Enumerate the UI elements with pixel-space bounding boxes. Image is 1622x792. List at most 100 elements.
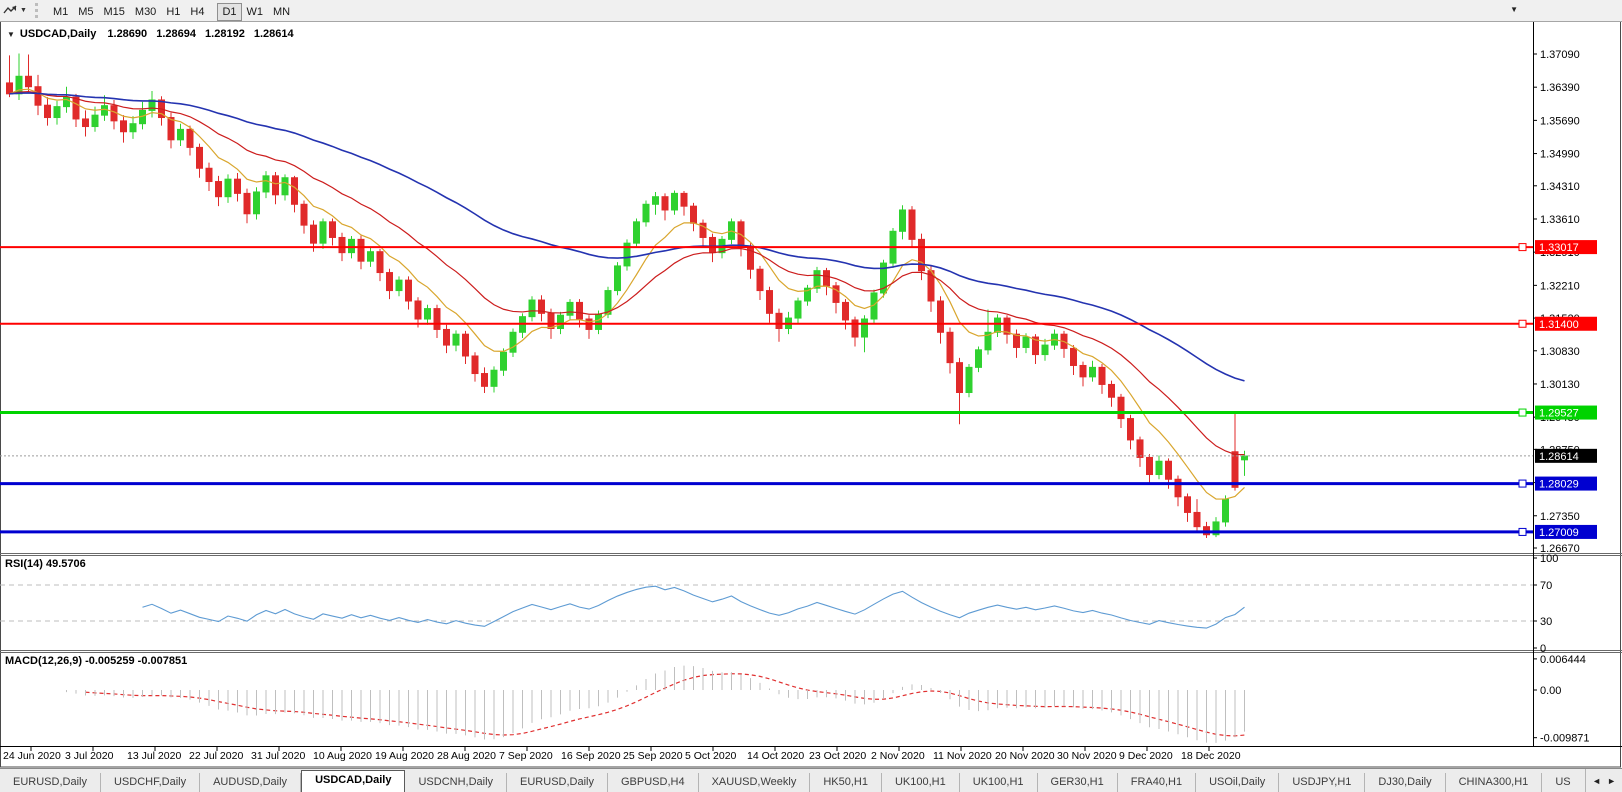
svg-text:16 Sep 2020: 16 Sep 2020	[561, 750, 621, 762]
svg-text:1.36390: 1.36390	[1540, 82, 1580, 94]
svg-text:2 Nov 2020: 2 Nov 2020	[871, 750, 925, 762]
tab-uk100-h1[interactable]: UK100,H1	[960, 773, 1038, 792]
macd-histogram	[66, 665, 1245, 743]
timeframe-button-h1[interactable]: H1	[161, 3, 185, 21]
ohlc-close: 1.28614	[253, 28, 294, 40]
tab-usdjpy-h1[interactable]: USDJPY,H1	[1279, 773, 1366, 792]
tab-audusd-daily[interactable]: AUDUSD,Daily	[200, 773, 302, 792]
ma-line-55	[9, 92, 1245, 382]
trading-platform-window: ▼ M1 M5 M15 M30 H1 H4 D1 W1 MN ▼ ▼ USDCAD,Daily 1…	[0, 0, 1622, 792]
tab-dj30-daily[interactable]: DJ30,Daily	[1365, 773, 1446, 792]
timeframe-button-m1[interactable]: M1	[48, 3, 73, 21]
svg-text:20 Nov 2020: 20 Nov 2020	[995, 750, 1055, 762]
svg-text:0.006444: 0.006444	[1540, 654, 1586, 666]
tab-partial[interactable]: US	[1542, 773, 1585, 792]
svg-text:1.29527: 1.29527	[1539, 408, 1579, 420]
tab-usdcnh-daily[interactable]: USDCNH,Daily	[405, 773, 508, 792]
svg-text:11 Nov 2020: 11 Nov 2020	[933, 750, 992, 762]
tab-gbpusd-h4[interactable]: GBPUSD,H4	[608, 773, 699, 792]
svg-text:1.27350: 1.27350	[1540, 511, 1580, 523]
cursor-tool-button[interactable]: ▼	[0, 1, 30, 20]
rsi-panel: 10070300	[0, 553, 1558, 655]
svg-text:18 Dec 2020: 18 Dec 2020	[1181, 750, 1241, 762]
tab-scroll-right-icon[interactable]: ►	[1607, 776, 1616, 786]
timeframe-buttons: M1 M5 M15 M30 H1 H4 D1 W1 MN	[48, 2, 295, 21]
svg-text:13 Jul 2020: 13 Jul 2020	[127, 750, 181, 762]
tab-hk50-h1[interactable]: HK50,H1	[810, 773, 882, 792]
candles-layer	[6, 53, 1248, 539]
tab-xauusd-weekly[interactable]: XAUUSD,Weekly	[699, 773, 811, 792]
toolbar-grip[interactable]	[34, 3, 43, 18]
price-levels: 1.33017 1.31400 1.29527 1.28029 1.27009 1.286…	[0, 240, 1597, 539]
ma-line-8	[9, 88, 1245, 500]
tab-ger30-h1[interactable]: GER30,H1	[1038, 773, 1118, 792]
svg-text:28 Aug 2020: 28 Aug 2020	[437, 750, 496, 762]
svg-text:1.27009: 1.27009	[1539, 527, 1579, 539]
timeframe-button-m30[interactable]: M30	[130, 3, 161, 21]
svg-text:22 Jul 2020: 22 Jul 2020	[189, 750, 243, 762]
svg-text:7 Sep 2020: 7 Sep 2020	[499, 750, 553, 762]
svg-text:1.37090: 1.37090	[1540, 49, 1580, 61]
timeframe-button-h4[interactable]: H4	[185, 3, 209, 21]
svg-text:1.28614: 1.28614	[1539, 451, 1579, 463]
timeframe-button-m5[interactable]: M5	[73, 3, 98, 21]
svg-text:23 Oct 2020: 23 Oct 2020	[809, 750, 866, 762]
svg-text:3 Jul 2020: 3 Jul 2020	[65, 750, 114, 762]
svg-text:1.34990: 1.34990	[1540, 149, 1580, 161]
svg-text:30: 30	[1540, 616, 1552, 628]
tab-eurusd-daily[interactable]: EURUSD,Daily	[507, 773, 608, 792]
ohlc-high: 1.28694	[156, 28, 196, 40]
rsi-indicator-label: RSI(14) 49.5706	[5, 558, 86, 570]
symbol-tab-bar: EURUSD,Daily USDCHF,Daily AUDUSD,Daily USDC…	[0, 768, 1622, 792]
cursor-tool-icon	[3, 5, 17, 14]
tab-fra40-h1[interactable]: FRA40,H1	[1118, 773, 1197, 792]
ohlc-open: 1.28690	[107, 28, 148, 40]
svg-text:1.33017: 1.33017	[1539, 242, 1579, 254]
macd-panel: 0.006444 0.00 -0.009871	[85, 654, 1590, 745]
svg-text:24 Jun 2020: 24 Jun 2020	[3, 750, 61, 762]
svg-text:14 Oct 2020: 14 Oct 2020	[747, 750, 804, 762]
svg-text:1.30830: 1.30830	[1540, 346, 1580, 358]
svg-text:9 Dec 2020: 9 Dec 2020	[1119, 750, 1173, 762]
svg-text:1.34310: 1.34310	[1540, 181, 1580, 193]
tab-china300-h1[interactable]: CHINA300,H1	[1446, 773, 1543, 792]
timeframe-toolbar: ▼ M1 M5 M15 M30 H1 H4 D1 W1 MN ▼	[0, 0, 1622, 22]
svg-text:1.32210: 1.32210	[1540, 280, 1580, 292]
svg-text:100: 100	[1540, 553, 1558, 565]
svg-text:1.35690: 1.35690	[1540, 115, 1580, 127]
tab-usdchf-daily[interactable]: USDCHF,Daily	[101, 773, 201, 792]
tab-usdcad-daily[interactable]: USDCAD,Daily	[301, 770, 406, 792]
chart-window-frame	[0, 21, 1621, 768]
svg-text:31 Jul 2020: 31 Jul 2020	[251, 750, 305, 762]
collapse-arrow-icon[interactable]: ▼	[7, 30, 15, 39]
tab-usoil-daily[interactable]: USOil,Daily	[1196, 773, 1280, 792]
svg-text:30 Nov 2020: 30 Nov 2020	[1057, 750, 1117, 762]
svg-text:-0.009871: -0.009871	[1540, 733, 1590, 745]
svg-text:70: 70	[1540, 580, 1552, 592]
svg-text:1.31400: 1.31400	[1539, 319, 1579, 331]
svg-text:1.33610: 1.33610	[1540, 214, 1580, 226]
rsi-line	[142, 585, 1245, 629]
toolbar-overflow-icon[interactable]: ▼	[1510, 5, 1518, 14]
timeframe-button-d1[interactable]: D1	[217, 2, 242, 21]
svg-text:10 Aug 2020: 10 Aug 2020	[313, 750, 372, 762]
chart-title: ▼ USDCAD,Daily 1.28690 1.28694 1.28192 1.…	[7, 28, 300, 40]
tab-scroll-left-icon[interactable]: ◄	[1592, 776, 1601, 786]
timeframe-button-w1[interactable]: W1	[242, 3, 269, 21]
ma-line-20	[9, 91, 1245, 456]
tab-uk100-h1[interactable]: UK100,H1	[882, 773, 960, 792]
timeframe-button-m15[interactable]: M15	[99, 3, 130, 21]
ohlc-low: 1.28192	[205, 28, 245, 40]
svg-text:1.28029: 1.28029	[1539, 479, 1579, 491]
macd-indicator-label: MACD(12,26,9) -0.005259 -0.007851	[5, 655, 188, 667]
svg-text:1.30130: 1.30130	[1540, 379, 1580, 391]
chart-canvas[interactable]: 1.37090 1.36390 1.35690 1.34990 1.34310 1.336…	[0, 0, 1622, 792]
tab-scroll-arrows: ◄ ►	[1585, 769, 1622, 792]
svg-text:0.00: 0.00	[1540, 685, 1561, 697]
svg-text:25 Sep 2020: 25 Sep 2020	[623, 750, 683, 762]
timeframe-button-mn[interactable]: MN	[268, 3, 295, 21]
tab-eurusd-daily[interactable]: EURUSD,Daily	[0, 773, 101, 792]
chevron-down-icon[interactable]: ▼	[20, 7, 27, 14]
svg-text:19 Aug 2020: 19 Aug 2020	[375, 750, 434, 762]
date-axis: 24 Jun 2020 3 Jul 2020 13 Jul 2020 22 Jul 2…	[3, 746, 1241, 762]
